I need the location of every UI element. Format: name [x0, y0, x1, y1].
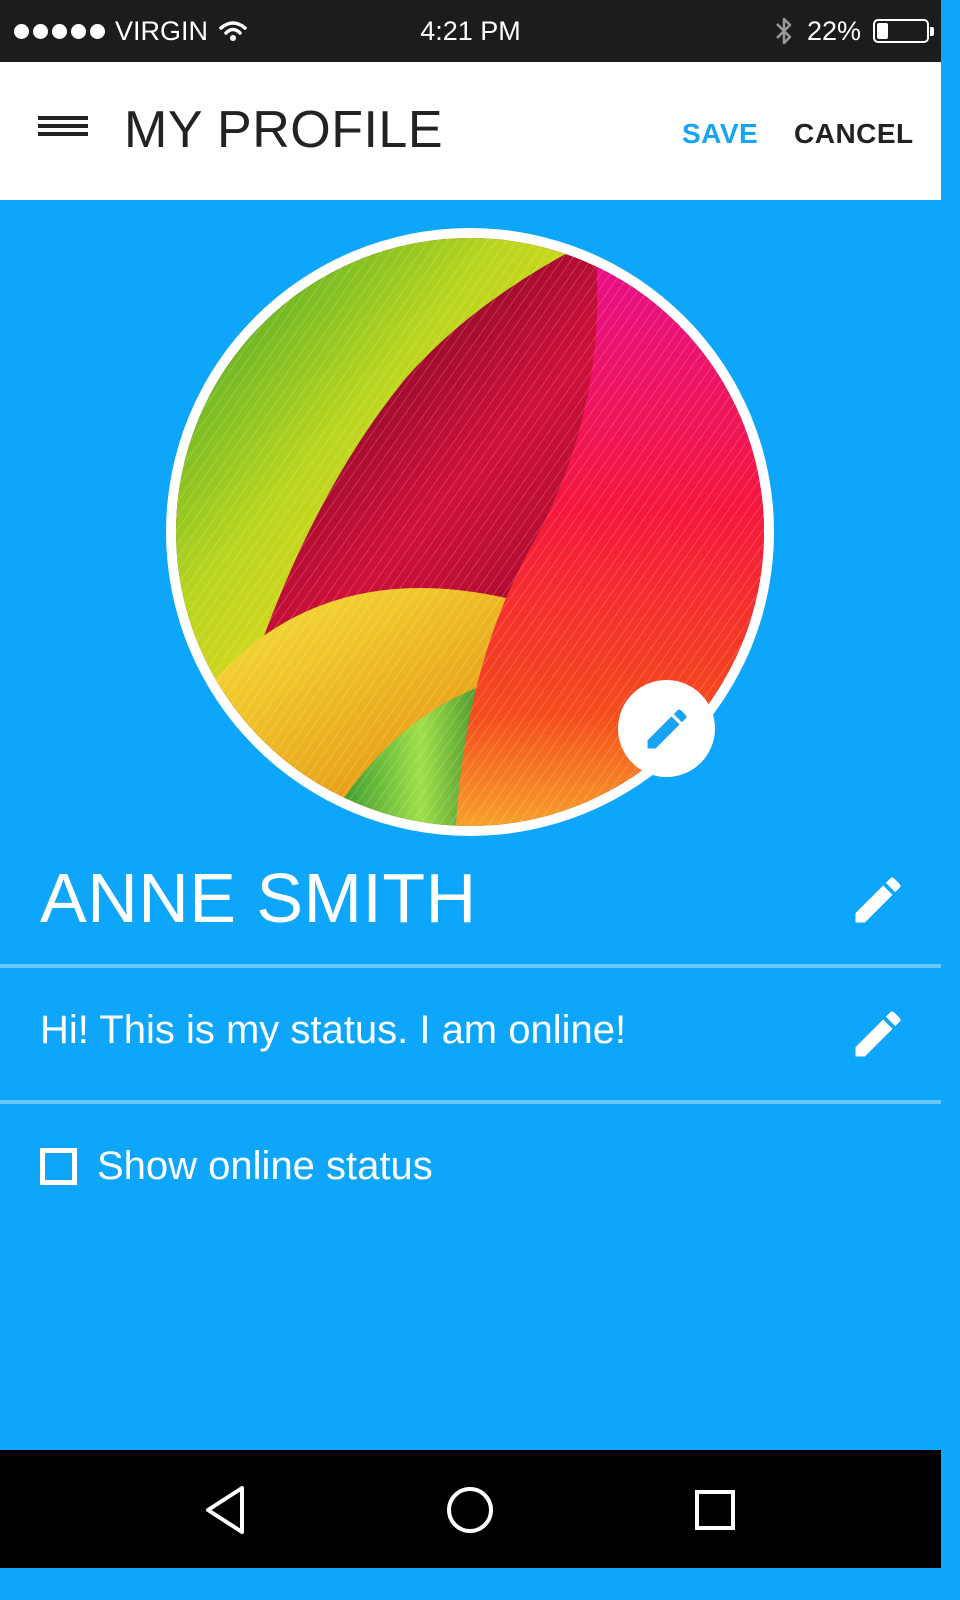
- pencil-icon: [855, 877, 901, 923]
- app-bar: MY PROFILE SAVE CANCEL: [0, 62, 941, 200]
- divider: [0, 964, 941, 968]
- pencil-icon: [855, 1011, 901, 1057]
- edit-status-button[interactable]: [848, 1004, 908, 1064]
- recents-square-icon[interactable]: [685, 1480, 745, 1540]
- battery-percent: 22%: [806, 15, 861, 46]
- status-right: 22%: [773, 0, 934, 62]
- save-button[interactable]: SAVE: [682, 118, 758, 150]
- back-triangle-icon[interactable]: [196, 1480, 256, 1540]
- bluetooth-icon: [776, 17, 792, 45]
- cancel-button[interactable]: CANCEL: [794, 118, 914, 150]
- show-online-status-toggle[interactable]: Show online status: [40, 1144, 433, 1189]
- avatar-edit-button[interactable]: [618, 680, 715, 777]
- page-title: MY PROFILE: [124, 101, 444, 159]
- pencil-icon: [647, 708, 687, 748]
- battery-icon: [873, 19, 934, 43]
- edit-name-button[interactable]: [848, 870, 908, 930]
- battery-fill: [877, 23, 888, 39]
- hamburger-menu-icon[interactable]: [38, 116, 90, 146]
- status-bar: VIRGIN 4:21 PM 22%: [0, 0, 941, 62]
- divider: [0, 1100, 941, 1104]
- show-online-label: Show online status: [97, 1144, 433, 1188]
- status-message: Hi! This is my status. I am online!: [40, 1008, 627, 1052]
- home-circle-icon[interactable]: [440, 1480, 500, 1540]
- show-online-checkbox[interactable]: [40, 1148, 77, 1185]
- system-nav-bar: [0, 1450, 941, 1568]
- profile-name: ANNE SMITH: [40, 859, 477, 937]
